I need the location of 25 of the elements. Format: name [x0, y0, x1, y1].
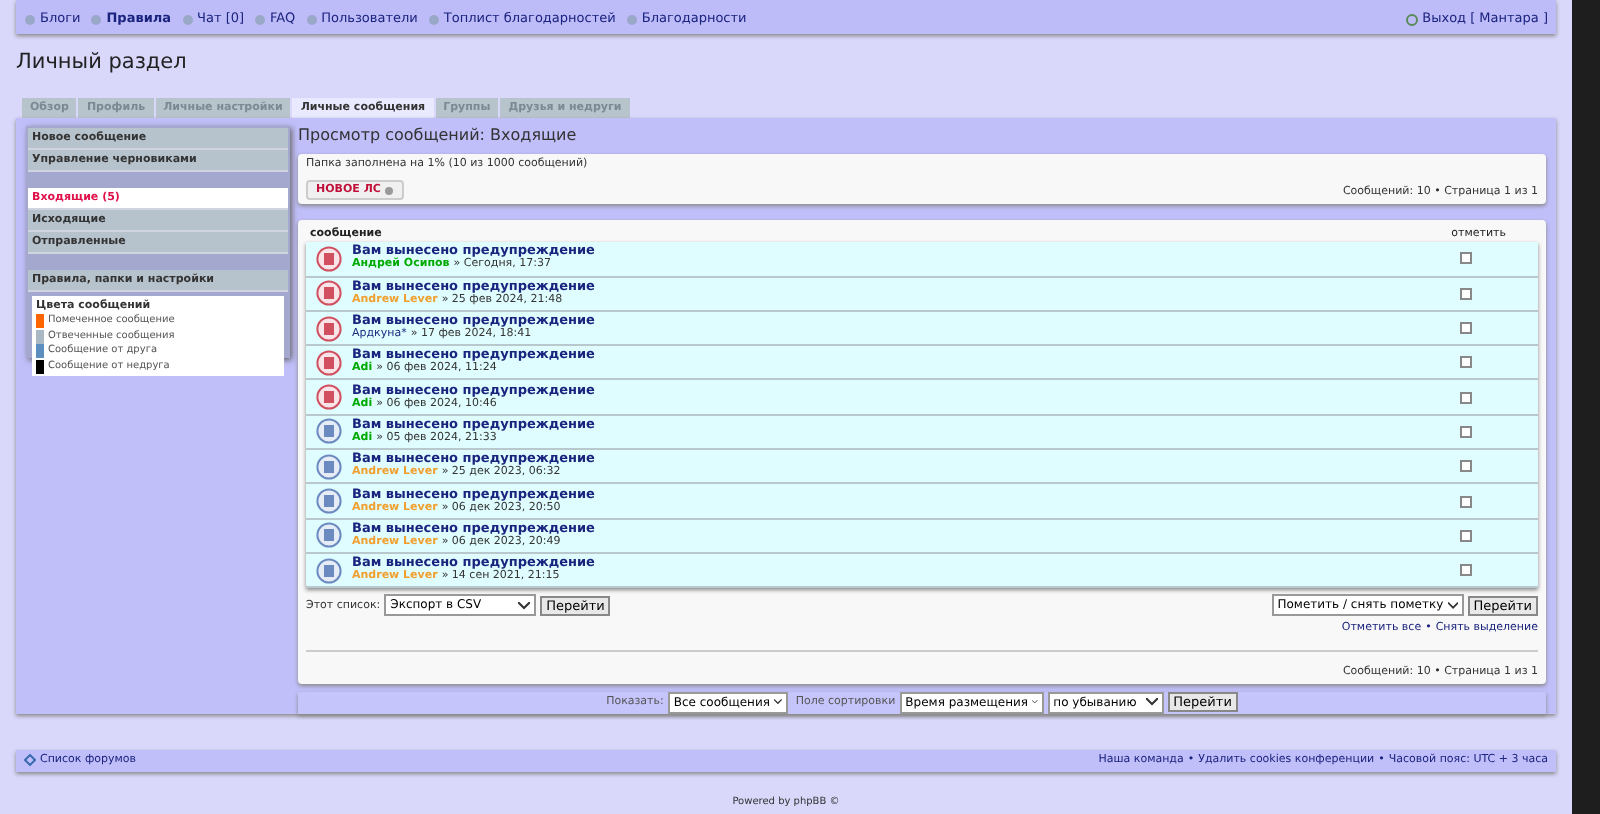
checkbox[interactable]: [1460, 322, 1472, 335]
link-icon: [24, 14, 36, 27]
checkbox[interactable]: [1460, 529, 1472, 542]
checkbox[interactable]: [1460, 356, 1472, 369]
link-icon: [305, 14, 318, 27]
link-icon: [427, 14, 440, 27]
link-icon: [254, 14, 267, 27]
caret-icon: [518, 601, 531, 610]
content-title: Просмотр сообщений: Входящие: [298, 123, 579, 148]
caret-icon: [1447, 601, 1458, 610]
checkbox[interactable]: [1460, 564, 1472, 577]
checkbox[interactable]: [1460, 495, 1472, 507]
checkbox[interactable]: [1460, 287, 1472, 300]
home-icon: [24, 754, 36, 767]
link-icon: [181, 14, 194, 27]
page-title: Личный раздел: [16, 48, 189, 78]
checkbox[interactable]: [1460, 252, 1472, 265]
power-icon: [1406, 14, 1419, 27]
caret-icon: [1145, 698, 1158, 707]
checkbox[interactable]: [1460, 391, 1472, 404]
checkbox[interactable]: [1460, 460, 1472, 473]
checkbox[interactable]: [1460, 425, 1472, 438]
link-icon: [90, 14, 103, 27]
link-icon: [625, 14, 638, 27]
caret-icon: [774, 698, 782, 707]
